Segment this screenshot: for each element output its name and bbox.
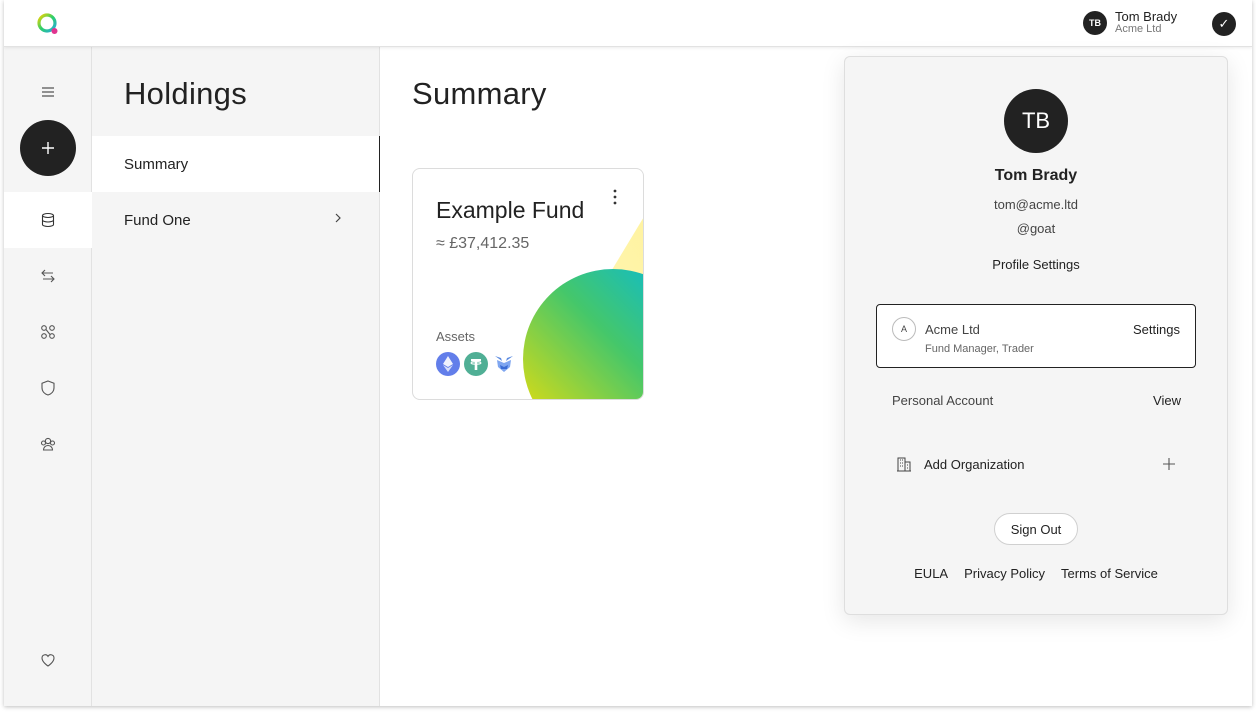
menu-button[interactable] — [4, 64, 92, 120]
nav-network[interactable] — [4, 304, 92, 360]
metamask-icon — [492, 352, 516, 376]
legal-links: EULA Privacy Policy Terms of Service — [845, 566, 1227, 581]
nav-favorites[interactable] — [4, 632, 92, 688]
create-button[interactable] — [20, 120, 76, 176]
organization-card[interactable]: A Acme Ltd Fund Manager, Trader Settings — [876, 304, 1196, 368]
plus-icon — [1163, 458, 1175, 470]
holdings-item-label: Fund One — [124, 211, 191, 229]
chevron-right-icon — [335, 213, 341, 223]
plus-icon — [42, 142, 54, 154]
add-organization-row[interactable]: Add Organization — [876, 445, 1196, 485]
add-organization-label: Add Organization — [924, 457, 1025, 472]
org-avatar: A — [892, 317, 916, 341]
network-icon — [41, 325, 55, 339]
fund-card[interactable]: Example Fund ≈ £37,412.35 Assets — [412, 168, 644, 400]
swap-arrows-icon — [41, 269, 55, 283]
hamburger-icon — [42, 87, 54, 97]
holdings-item-fund-one[interactable]: Fund One — [92, 192, 380, 248]
nav-holdings[interactable] — [4, 192, 92, 248]
heart-icon — [41, 654, 55, 667]
asset-icons — [436, 352, 516, 376]
ethereum-icon — [436, 352, 460, 376]
nav-rail — [4, 47, 92, 706]
personal-account-label: Personal Account — [892, 393, 994, 408]
database-icon — [41, 212, 55, 228]
holdings-item-label: Summary — [124, 155, 189, 173]
personal-account-row[interactable]: Personal Account View — [876, 381, 1196, 421]
nav-transfers[interactable] — [4, 248, 92, 304]
holdings-title: Holdings — [124, 76, 248, 111]
profile-settings-link[interactable]: Profile Settings — [845, 257, 1227, 272]
profile-name: Tom Brady — [994, 167, 1078, 184]
sign-out-button[interactable]: Sign Out — [994, 513, 1078, 545]
terms-of-service-link[interactable]: Terms of Service — [1061, 566, 1158, 581]
user-org: Acme Ltd — [1115, 23, 1162, 35]
org-name: Acme Ltd — [925, 322, 980, 337]
app-window: TB Tom Brady Acme Ltd ✓ Holdings Summary… — [4, 0, 1252, 706]
holdings-panel: Holdings Summary Fund One — [92, 47, 380, 706]
shield-icon — [41, 380, 55, 396]
user-menu-trigger[interactable]: TB Tom Brady Acme Ltd — [1083, 10, 1177, 36]
profile-avatar: TB — [1004, 89, 1068, 153]
org-roles: Fund Manager, Trader — [925, 343, 1034, 355]
top-bar: TB Tom Brady Acme Ltd ✓ — [4, 0, 1252, 47]
profile-popover: TB Tom Brady tom@acme.ltd @goat Profile … — [844, 56, 1228, 615]
building-icon — [897, 457, 911, 472]
nav-security[interactable] — [4, 360, 92, 416]
nav-team[interactable] — [4, 416, 92, 472]
app-logo-icon[interactable] — [36, 12, 60, 36]
privacy-policy-link[interactable]: Privacy Policy — [964, 566, 1045, 581]
fund-name: Example Fund — [436, 197, 585, 223]
eula-link[interactable]: EULA — [914, 566, 948, 581]
org-settings-link[interactable]: Settings — [1133, 322, 1180, 337]
personal-account-view-link[interactable]: View — [1153, 393, 1181, 408]
profile-handle: @goat — [1016, 221, 1056, 236]
check-icon[interactable]: ✓ — [1212, 12, 1236, 36]
fund-value: ≈ £37,412.35 — [436, 235, 530, 252]
page-title: Summary — [412, 76, 547, 111]
assets-label: Assets — [436, 329, 476, 344]
more-vertical-icon[interactable] — [609, 187, 621, 207]
user-name: Tom Brady — [1115, 9, 1178, 24]
user-avatar: TB — [1083, 11, 1107, 35]
holdings-item-summary[interactable]: Summary — [92, 136, 380, 192]
tether-icon — [464, 352, 488, 376]
users-icon — [40, 437, 56, 451]
profile-email: tom@acme.ltd — [994, 197, 1078, 212]
